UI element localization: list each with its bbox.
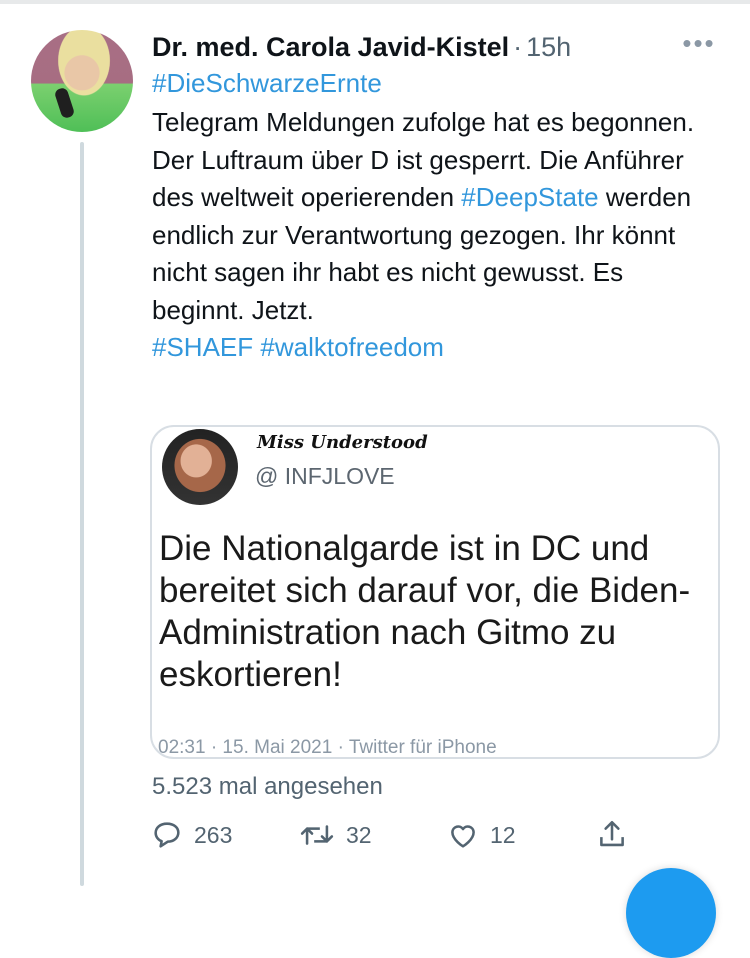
hashtag-shaef[interactable]: #SHAEF <box>152 332 253 362</box>
thread-line <box>80 142 84 886</box>
quoted-meta: 02:31 · 15. Mai 2021 · Twitter für iPhon… <box>158 737 497 758</box>
quoted-author-handle: @ INFJLOVE <box>255 463 395 489</box>
retweet-count: 32 <box>346 822 372 848</box>
author-avatar[interactable] <box>31 30 133 132</box>
tweet-actions: 263 32 12 <box>150 815 670 855</box>
hashtag-schwarze-ernte[interactable]: #DieSchwarzeErnte <box>152 65 382 101</box>
quoted-screenshot[interactable]: Miss Understood @ INFJLOVE Die Nationalg… <box>150 425 720 759</box>
like-count: 12 <box>490 822 516 848</box>
author-name[interactable]: Dr. med. Carola Javid-Kistel <box>152 32 509 62</box>
top-divider <box>0 0 750 4</box>
like-button[interactable]: 12 <box>446 815 516 855</box>
tweet-header: Dr. med. Carola Javid-Kistel · 15h <box>152 28 672 66</box>
hashtag-walktofreedom[interactable]: #walktofreedom <box>260 332 444 362</box>
microphone-image <box>53 86 76 120</box>
tweet-text: Telegram Meldungen zufolge hat es begonn… <box>152 104 717 367</box>
quoted-text: Die Nationalgarde ist in DC und bereitet… <box>159 529 691 694</box>
reply-icon <box>150 818 184 852</box>
retweet-button[interactable]: 32 <box>298 815 372 855</box>
heart-icon <box>446 818 480 852</box>
tweet-time[interactable]: 15h <box>526 32 571 62</box>
view-count: 5.523 mal angesehen <box>152 773 383 800</box>
header-separator: · <box>513 32 523 62</box>
quoted-author-avatar <box>162 429 238 505</box>
retweet-icon <box>298 818 336 852</box>
share-icon <box>595 818 629 852</box>
share-button[interactable] <box>595 815 629 855</box>
more-dots-icon[interactable]: ••• <box>678 28 720 58</box>
reply-count: 263 <box>194 822 233 848</box>
compose-button[interactable] <box>626 868 716 958</box>
hashtag-deepstate[interactable]: #DeepState <box>461 182 598 212</box>
reply-button[interactable]: 263 <box>150 815 232 855</box>
quoted-author-name: Miss Understood <box>257 432 428 453</box>
